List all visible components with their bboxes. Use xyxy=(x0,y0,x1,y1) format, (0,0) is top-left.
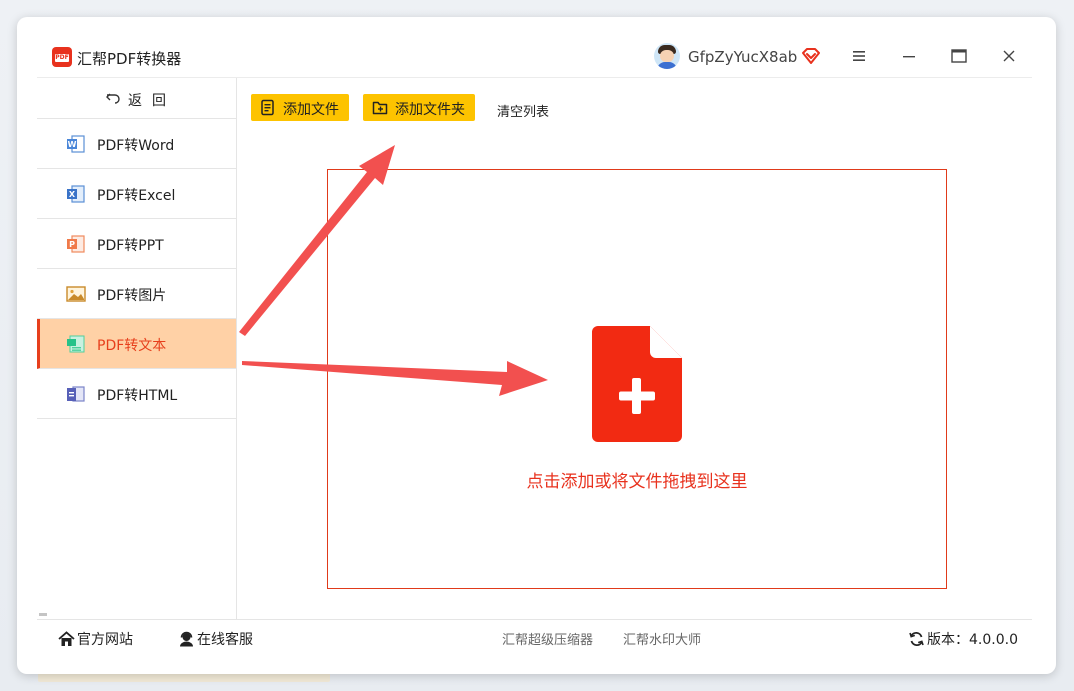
sidebar-item-label: PDF转Excel xyxy=(97,188,176,204)
online-service-link[interactable]: 在线客服 xyxy=(178,629,253,649)
user-avatar[interactable] xyxy=(654,43,680,69)
menu-icon[interactable] xyxy=(848,45,870,67)
version-label: 版本：4.0.0.0 xyxy=(927,632,1018,648)
official-site-link[interactable]: 官方网站 xyxy=(58,629,133,649)
app-title: 汇帮PDF转换器 xyxy=(77,50,182,68)
watermark-link[interactable]: 汇帮水印大师 xyxy=(623,629,701,648)
sidebar-item-pdf-to-word[interactable]: W PDF转Word xyxy=(37,119,236,169)
version-info[interactable]: 版本：4.0.0.0 xyxy=(908,629,1018,649)
sidebar-item-pdf-to-ppt[interactable]: P PDF转PPT xyxy=(37,219,236,269)
svg-text:X: X xyxy=(69,190,76,199)
sidebar-item-label: PDF转HTML xyxy=(97,388,178,404)
app-window: PDF 汇帮PDF转换器 GfpZyYucX8ab 返回 W PDF转Word … xyxy=(17,17,1056,674)
add-file-icon xyxy=(261,99,274,116)
sidebar-item-pdf-to-excel[interactable]: X PDF转Excel xyxy=(37,169,236,219)
add-folder-button[interactable]: 添加文件夹 xyxy=(363,94,475,121)
back-button[interactable]: 返回 xyxy=(37,78,236,119)
customer-service-icon xyxy=(180,631,193,647)
excel-icon: X xyxy=(67,185,85,203)
official-site-label: 官方网站 xyxy=(77,632,133,648)
add-file-button[interactable]: 添加文件 xyxy=(251,94,349,121)
sidebar-item-pdf-to-html[interactable]: PDF转HTML xyxy=(37,369,236,419)
title-bar: PDF 汇帮PDF转换器 GfpZyYucX8ab xyxy=(17,17,1056,77)
clear-list-button[interactable]: 清空列表 xyxy=(497,101,549,120)
back-label: 返回 xyxy=(128,93,176,109)
drop-zone-hint: 点击添加或将文件拖拽到这里 xyxy=(526,472,748,492)
image-icon xyxy=(66,286,86,302)
online-service-label: 在线客服 xyxy=(197,632,253,648)
sidebar: 返回 W PDF转Word X PDF转Excel P PDF转PPT PDF转… xyxy=(37,78,237,619)
ppt-icon: P xyxy=(67,235,85,253)
sidebar-item-pdf-to-image[interactable]: PDF转图片 xyxy=(37,269,236,319)
sidebar-item-label: PDF转PPT xyxy=(97,238,164,254)
add-folder-icon xyxy=(372,101,388,115)
vip-diamond-icon[interactable] xyxy=(801,47,821,65)
add-folder-label: 添加文件夹 xyxy=(395,102,465,118)
compressor-link[interactable]: 汇帮超级压缩器 xyxy=(502,629,593,648)
close-icon[interactable] xyxy=(998,45,1020,67)
sidebar-item-pdf-to-text[interactable]: PDF转文本 xyxy=(37,319,236,369)
sidebar-resize-handle[interactable] xyxy=(39,613,47,616)
html-icon xyxy=(67,386,85,402)
text-icon xyxy=(67,335,85,353)
minimize-icon[interactable] xyxy=(898,45,920,67)
file-drop-zone[interactable]: 点击添加或将文件拖拽到这里 xyxy=(327,169,947,589)
svg-text:W: W xyxy=(68,140,77,149)
app-logo-icon: PDF xyxy=(52,47,72,67)
maximize-icon[interactable] xyxy=(948,45,970,67)
word-icon: W xyxy=(67,135,85,153)
refresh-icon xyxy=(909,631,924,647)
svg-text:P: P xyxy=(69,240,75,249)
add-file-plus-icon[interactable] xyxy=(592,326,684,442)
back-arrow-icon xyxy=(106,93,120,104)
username[interactable]: GfpZyYucX8ab xyxy=(688,48,797,66)
add-file-label: 添加文件 xyxy=(283,102,339,118)
sidebar-item-label: PDF转Word xyxy=(97,138,175,154)
app-logo-text: PDF xyxy=(55,54,69,62)
sidebar-item-label: PDF转图片 xyxy=(97,288,167,304)
footer-bar: 官方网站 在线客服 汇帮超级压缩器 汇帮水印大师 版本：4.0.0.0 xyxy=(37,620,1032,656)
sidebar-item-label: PDF转文本 xyxy=(97,338,167,354)
home-icon xyxy=(58,631,75,646)
